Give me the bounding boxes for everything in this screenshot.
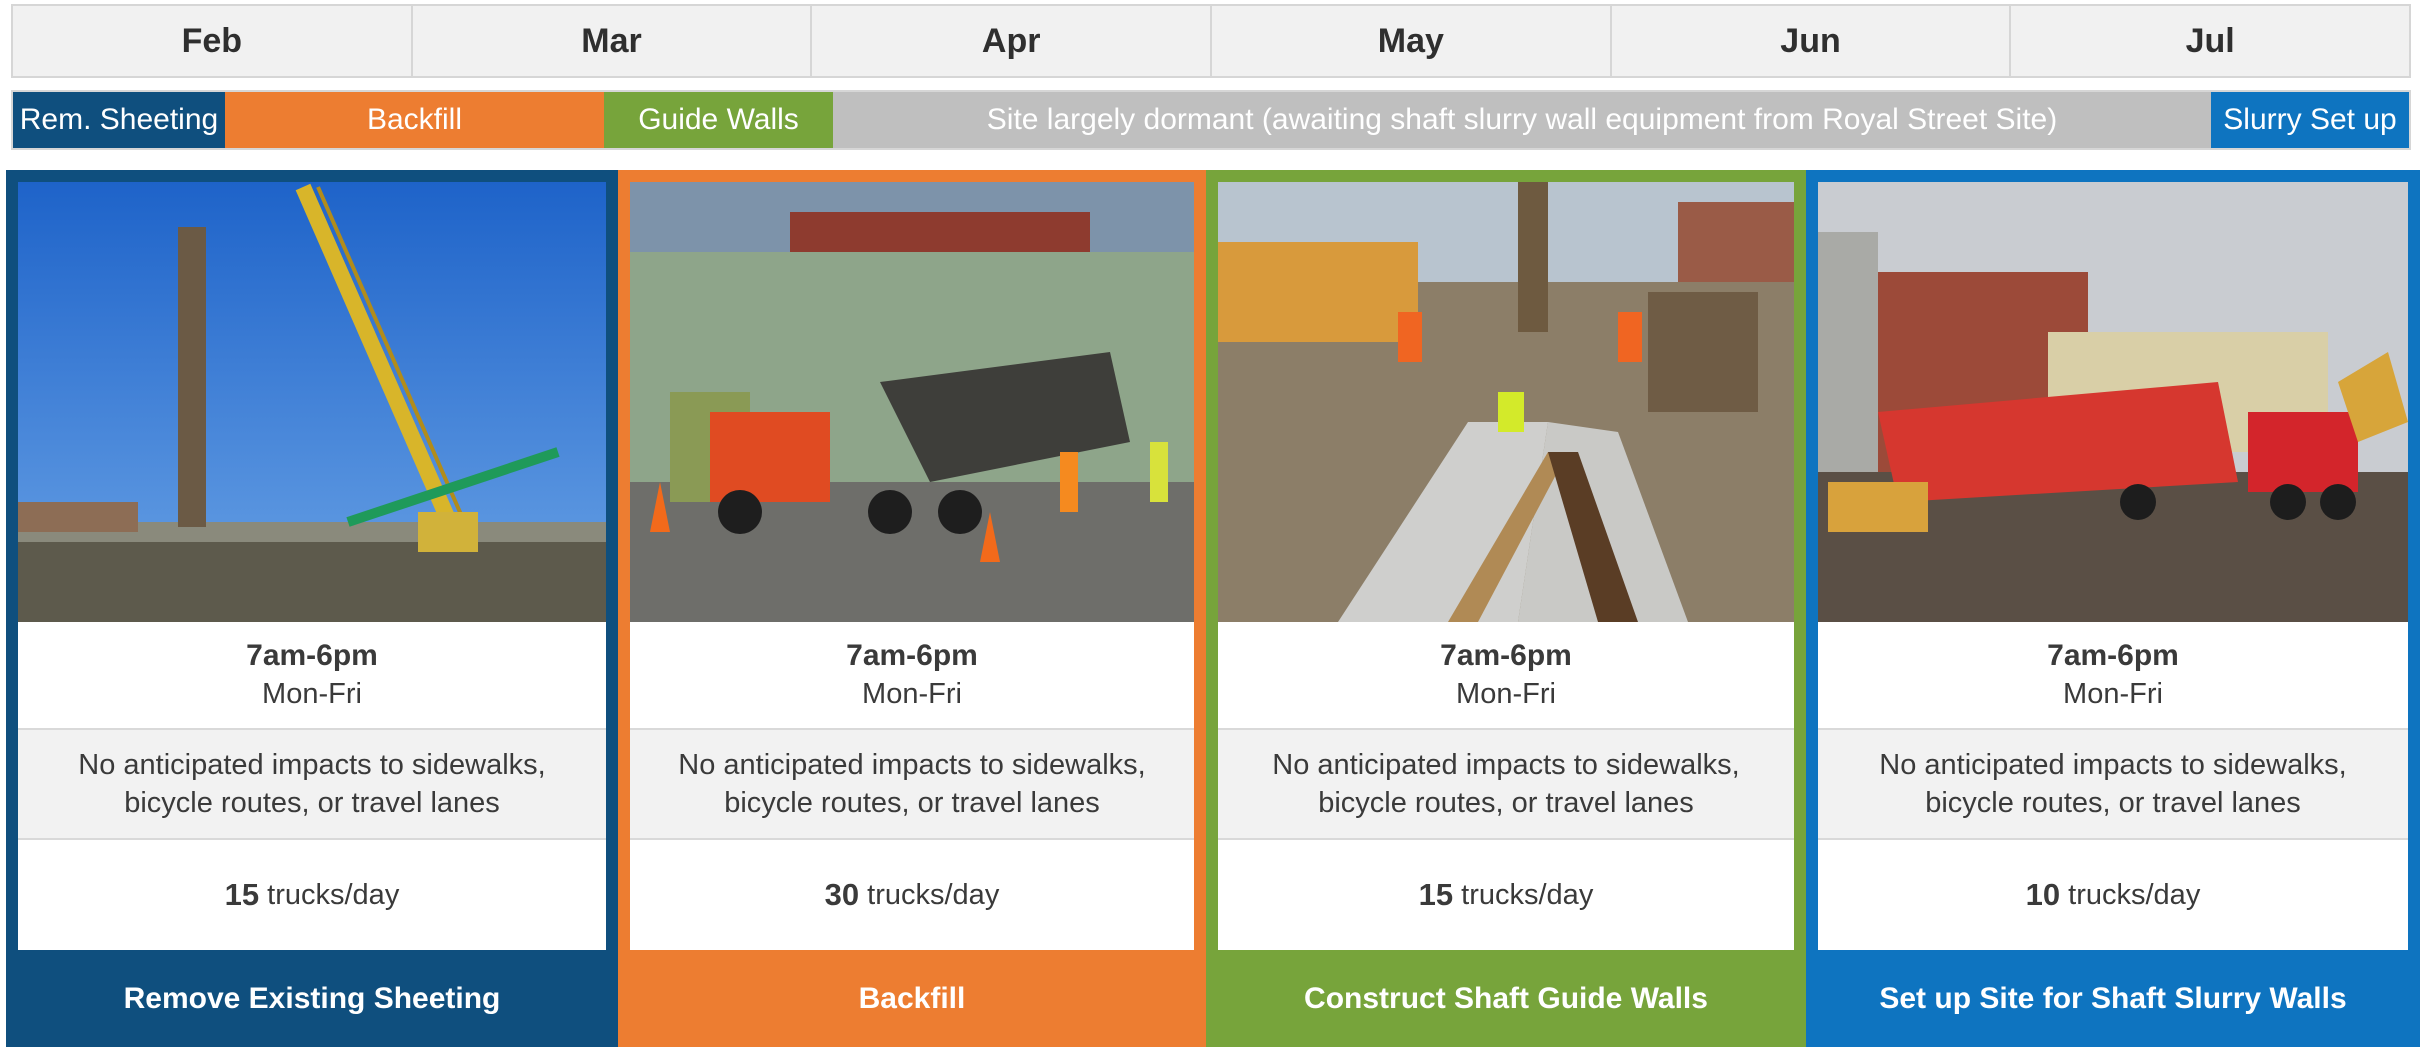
trucks-unit: trucks/day <box>267 878 400 911</box>
trucks-count: 15 <box>224 877 260 912</box>
impact-notice: No anticipated impacts to sidewalks, bic… <box>1818 730 2408 840</box>
impact-line: bicycle routes, or travel lanes <box>1318 787 1694 819</box>
card-caption: Construct Shaft Guide Walls <box>1304 981 1708 1015</box>
phase-site-dormant: Site largely dormant (awaiting shaft slu… <box>833 92 2211 148</box>
phase-card-remove-sheeting: 7am-6pm Mon-Fri No anticipated impacts t… <box>6 170 618 1047</box>
month-header: Feb Mar Apr May Jun Jul <box>11 4 2411 78</box>
hours-time: 7am-6pm <box>1440 639 1572 672</box>
trucks-unit: trucks/day <box>2068 878 2201 911</box>
phase-backfill: Backfill <box>225 92 604 148</box>
impact-line: No anticipated impacts to sidewalks, <box>678 749 1146 781</box>
impact-line: No anticipated impacts to sidewalks, <box>1879 749 2347 781</box>
crane-photo-icon <box>18 182 606 622</box>
hours-days: Mon-Fri <box>262 678 362 710</box>
month-cell: Mar <box>413 6 813 76</box>
work-hours: 7am-6pm Mon-Fri <box>1818 622 2408 730</box>
trucks-unit: trucks/day <box>1461 878 1594 911</box>
card-caption: Backfill <box>858 981 966 1015</box>
month-cell: Apr <box>812 6 1213 76</box>
impact-notice: No anticipated impacts to sidewalks, bic… <box>630 730 1194 840</box>
hours-time: 7am-6pm <box>846 639 978 672</box>
impact-notice: No anticipated impacts to sidewalks, bic… <box>18 730 606 840</box>
trucks-per-day: 15 trucks/day <box>1218 840 1794 950</box>
trucks-per-day: 10 trucks/day <box>1818 840 2408 950</box>
hours-time: 7am-6pm <box>2047 639 2179 672</box>
month-cell: Jun <box>1612 6 2012 76</box>
impact-line: bicycle routes, or travel lanes <box>724 787 1100 819</box>
card-caption: Remove Existing Sheeting <box>123 981 501 1015</box>
work-hours: 7am-6pm Mon-Fri <box>630 622 1194 730</box>
impact-line: bicycle routes, or travel lanes <box>124 787 500 819</box>
trucks-per-day: 15 trucks/day <box>18 840 606 950</box>
card-caption: Set up Site for Shaft Slurry Walls <box>1879 981 2347 1015</box>
trucks-count: 10 <box>2025 877 2061 912</box>
phase-card-slurry-setup: 7am-6pm Mon-Fri No anticipated impacts t… <box>1806 170 2420 1047</box>
impact-line: No anticipated impacts to sidewalks, <box>1272 749 1740 781</box>
hours-days: Mon-Fri <box>1456 678 1556 710</box>
impact-line: No anticipated impacts to sidewalks, <box>78 749 546 781</box>
phase-card-guide-walls: 7am-6pm Mon-Fri No anticipated impacts t… <box>1206 170 1806 1047</box>
phase-bar: Rem. Sheeting Backfill Guide Walls Site … <box>11 90 2411 150</box>
phase-slurry-setup: Slurry Set up <box>2211 92 2409 148</box>
impact-line: bicycle routes, or travel lanes <box>1925 787 2301 819</box>
trucks-per-day: 30 trucks/day <box>630 840 1194 950</box>
hours-time: 7am-6pm <box>246 639 378 672</box>
month-cell: Feb <box>13 6 413 76</box>
trucks-count: 15 <box>1418 877 1454 912</box>
hours-days: Mon-Fri <box>2063 678 2163 710</box>
dump-truck-photo-icon <box>630 182 1194 622</box>
month-cell: Jul <box>2185 21 2235 60</box>
red-trailer-photo-icon <box>1818 182 2408 622</box>
impact-notice: No anticipated impacts to sidewalks, bic… <box>1218 730 1794 840</box>
hours-days: Mon-Fri <box>862 678 962 710</box>
phase-remove-sheeting: Rem. Sheeting <box>13 92 225 148</box>
trucks-unit: trucks/day <box>867 878 1000 911</box>
phase-card-backfill: 7am-6pm Mon-Fri No anticipated impacts t… <box>618 170 1206 1047</box>
work-hours: 7am-6pm Mon-Fri <box>18 622 606 730</box>
work-hours: 7am-6pm Mon-Fri <box>1218 622 1794 730</box>
guide-wall-trench-photo-icon <box>1218 182 1794 622</box>
month-cell: May <box>1212 6 1612 76</box>
trucks-count: 30 <box>824 877 860 912</box>
phase-guide-walls: Guide Walls <box>604 92 833 148</box>
